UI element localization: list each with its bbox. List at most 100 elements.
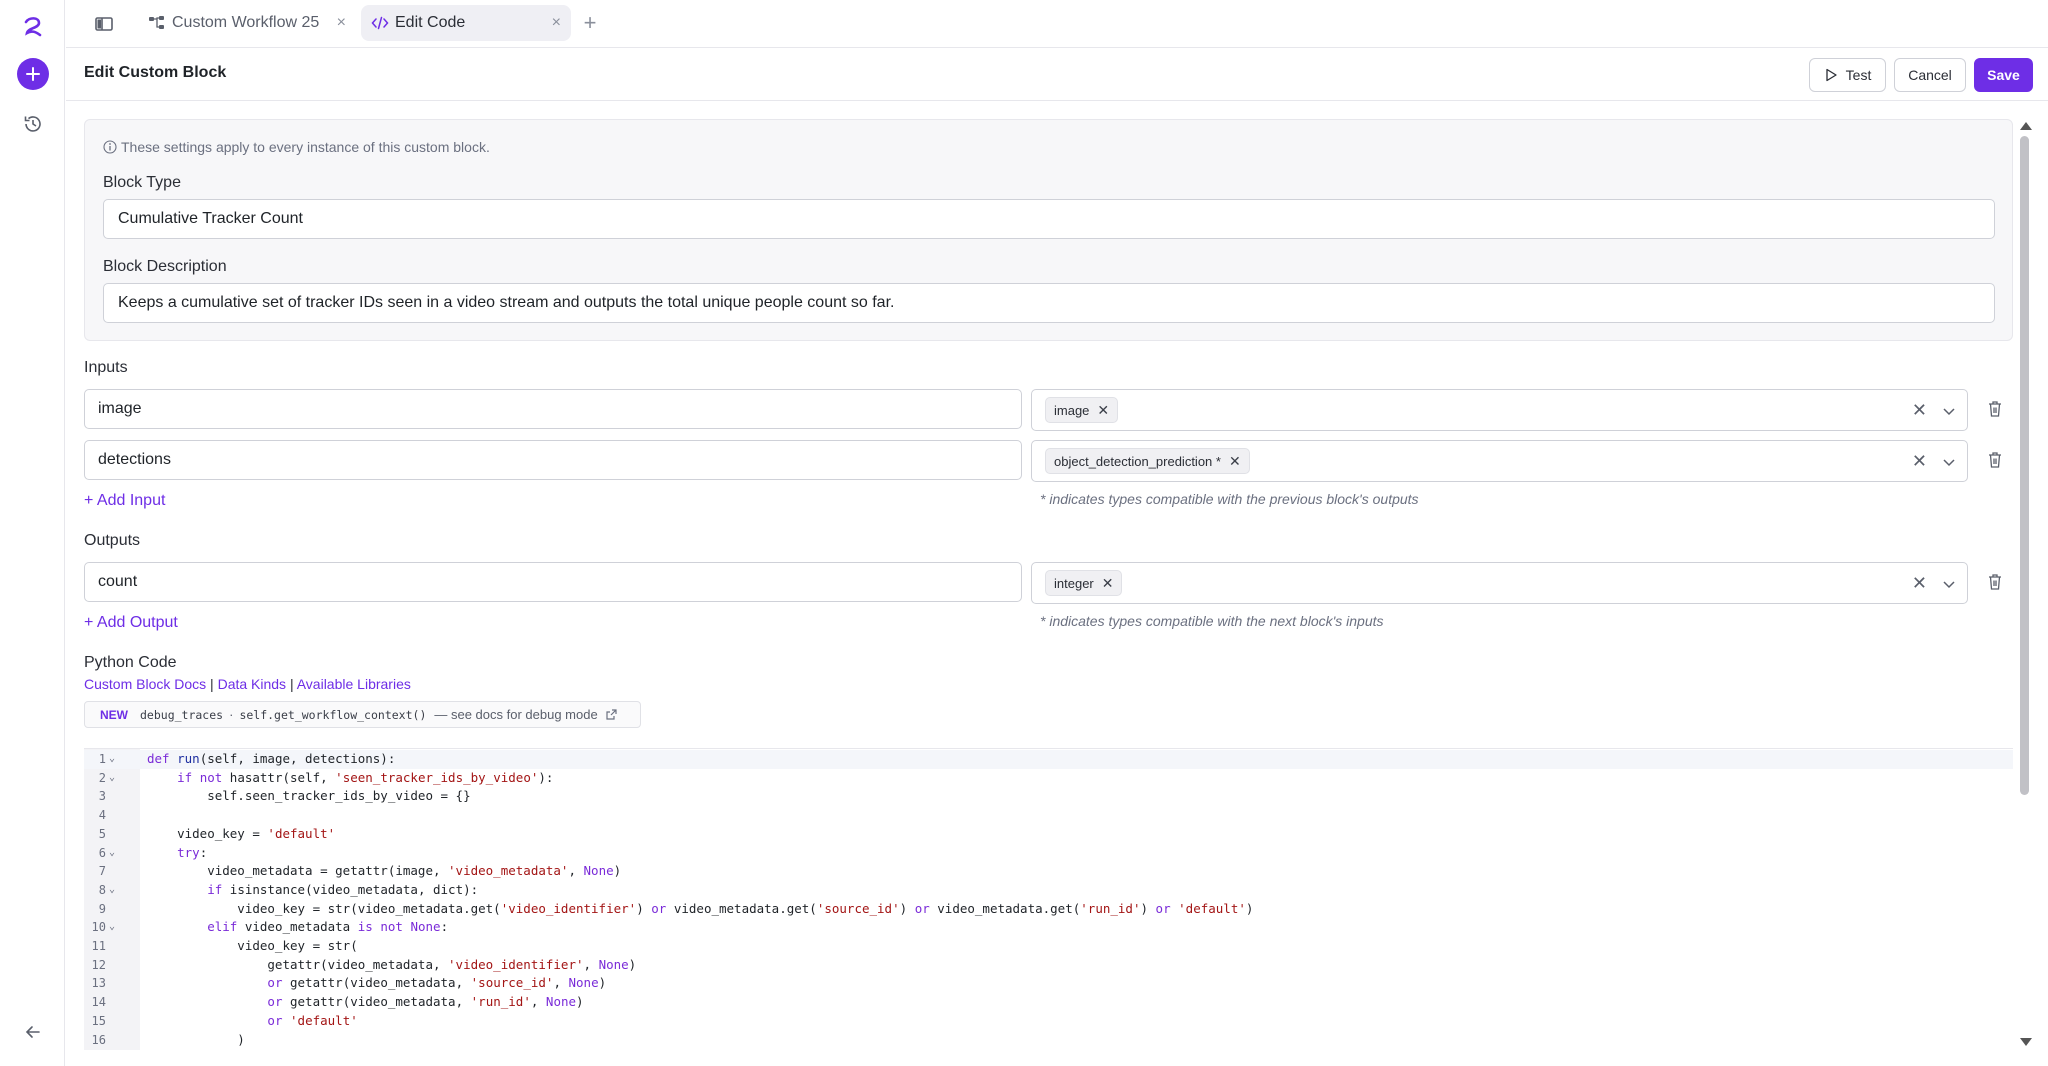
close-tab-icon[interactable]: × xyxy=(337,14,346,32)
test-button[interactable]: Test xyxy=(1809,58,1886,92)
scroll-down-arrow[interactable] xyxy=(2020,1038,2032,1046)
code-line[interactable]: 2 ⌄ if not hasattr(self, 'seen_tracker_id… xyxy=(84,769,2013,788)
output-kind-select[interactable]: integer ✕ ✕ xyxy=(1031,562,1968,604)
docs-links: Custom Block Docs | Data Kinds | Availab… xyxy=(84,676,411,692)
remove-chip-icon[interactable]: ✕ xyxy=(1229,453,1241,470)
line-number: 10 xyxy=(91,920,106,935)
code-text: or 'default' xyxy=(267,1012,358,1028)
line-number: 4 xyxy=(98,808,106,823)
banner-separator: · xyxy=(229,707,234,722)
remove-chip-icon[interactable]: ✕ xyxy=(1102,575,1114,592)
code-text: video_key = str(video_metadata.get('vide… xyxy=(147,900,1254,916)
code-line[interactable]: 6 ⌄ try: xyxy=(84,844,2013,863)
app-logo-icon[interactable] xyxy=(20,14,46,40)
fold-chevron-icon[interactable]: ⌄ xyxy=(109,750,115,769)
code-line[interactable]: 10 ⌄ elif video_metadata is not None: xyxy=(84,918,2013,937)
close-tab-icon[interactable]: × xyxy=(552,14,561,32)
tab-edit-code[interactable]: Edit Code × xyxy=(361,5,571,41)
banner-code-workflow-context: self.get_workflow_context() xyxy=(239,707,427,722)
block-description-input[interactable]: Keeps a cumulative set of tracker IDs se… xyxy=(103,283,1995,323)
line-number: 3 xyxy=(98,789,106,804)
block-settings-panel: These settings apply to every instance o… xyxy=(84,119,2013,341)
code-text: or getattr(video_metadata, 'source_id', … xyxy=(267,975,607,991)
code-line[interactable]: 13 or getattr(video_metadata, 'source_id… xyxy=(84,974,2013,993)
toggle-panel-icon[interactable] xyxy=(92,12,116,36)
fold-chevron-icon[interactable]: ⌄ xyxy=(109,881,115,900)
code-line[interactable]: 5 video_key = 'default' xyxy=(84,825,2013,844)
block-type-input[interactable]: Cumulative Tracker Count xyxy=(103,199,1995,239)
code-text: ) xyxy=(147,1031,245,1047)
add-tab-button[interactable]: + xyxy=(578,12,602,36)
code-text: video_key = str( xyxy=(147,938,358,953)
kind-chip-label: object_detection_prediction * xyxy=(1054,453,1221,469)
fold-chevron-icon[interactable]: ⌄ xyxy=(109,844,115,863)
clear-icon[interactable]: ✕ xyxy=(1912,573,1927,594)
line-number: 16 xyxy=(91,1032,106,1047)
chevron-down-icon[interactable] xyxy=(1941,454,1957,470)
line-number: 15 xyxy=(91,1013,106,1028)
clear-icon[interactable]: ✕ xyxy=(1912,451,1927,472)
remove-chip-icon[interactable]: ✕ xyxy=(1097,402,1109,419)
input-name-field[interactable]: image xyxy=(84,389,1022,429)
line-number: 7 xyxy=(98,864,106,879)
trash-icon[interactable] xyxy=(1987,451,2003,469)
available-libraries-link[interactable]: Available Libraries xyxy=(297,676,411,692)
code-line[interactable]: 14 or getattr(video_metadata, 'run_id', … xyxy=(84,993,2013,1012)
line-number: 6 xyxy=(98,845,106,860)
link-separator: | xyxy=(210,676,214,692)
code-line[interactable]: 3 self.seen_tracker_ids_by_video = {} xyxy=(84,787,2013,806)
code-editor[interactable]: 1 ⌄ def run(self, image, detections): 2 ⌄ if… xyxy=(84,748,2013,1050)
input-kind-select[interactable]: object_detection_prediction * ✕ ✕ xyxy=(1031,440,1968,482)
tab-custom-workflow[interactable]: Custom Workflow 25 × xyxy=(138,5,356,41)
chevron-down-icon[interactable] xyxy=(1941,403,1957,419)
line-number: 1 xyxy=(98,752,106,766)
code-line[interactable]: 16 ) xyxy=(84,1031,2013,1050)
chevron-down-icon[interactable] xyxy=(1941,576,1957,592)
code-text: self.seen_tracker_ids_by_video = {} xyxy=(147,788,471,804)
code-text: try: xyxy=(177,844,208,860)
output-name-field[interactable]: count xyxy=(84,562,1022,602)
add-input-link[interactable]: + Add Input xyxy=(84,492,165,510)
history-icon[interactable] xyxy=(22,113,44,135)
block-type-label: Block Type xyxy=(103,174,181,191)
new-workflow-button[interactable] xyxy=(17,58,49,90)
code-line[interactable]: 1 ⌄ def run(self, image, detections): xyxy=(84,750,2013,769)
workflow-icon xyxy=(149,16,164,29)
code-text: or getattr(video_metadata, 'run_id', Non… xyxy=(267,994,584,1010)
trash-icon[interactable] xyxy=(1987,400,2003,418)
tab-label: Custom Workflow 25 xyxy=(172,14,320,31)
code-line[interactable]: 8 ⌄ if isinstance(video_metadata, dict): xyxy=(84,881,2013,900)
code-text: elif video_metadata is not None: xyxy=(207,919,449,935)
code-line[interactable]: 4 xyxy=(84,806,2013,825)
code-line[interactable]: 15 or 'default' xyxy=(84,1012,2013,1031)
python-code-label: Python Code xyxy=(84,654,177,671)
scrollbar-thumb[interactable] xyxy=(2020,136,2029,795)
fold-chevron-icon[interactable]: ⌄ xyxy=(109,918,115,937)
line-number: 5 xyxy=(98,826,106,841)
add-output-link[interactable]: + Add Output xyxy=(84,614,178,632)
code-line[interactable]: 9 video_key = str(video_metadata.get('vi… xyxy=(84,900,2013,919)
input-kind-select[interactable]: image ✕ ✕ xyxy=(1031,389,1968,431)
code-line[interactable]: 12 getattr(video_metadata, 'video_identi… xyxy=(84,956,2013,975)
code-line[interactable]: 7 video_metadata = getattr(image, 'video… xyxy=(84,862,2013,881)
outputs-label: Outputs xyxy=(84,532,141,549)
cancel-button[interactable]: Cancel xyxy=(1894,58,1966,92)
code-text: if not hasattr(self, 'seen_tracker_ids_b… xyxy=(177,769,554,785)
settings-note-text: These settings apply to every instance o… xyxy=(121,139,490,155)
data-kinds-link[interactable]: Data Kinds xyxy=(218,676,286,692)
page-header: Edit Custom Block Test Cancel Save xyxy=(66,49,2048,101)
clear-icon[interactable]: ✕ xyxy=(1912,400,1927,421)
scroll-up-arrow[interactable] xyxy=(2020,122,2032,130)
custom-block-docs-link[interactable]: Custom Block Docs xyxy=(84,676,206,692)
save-button[interactable]: Save xyxy=(1974,58,2033,92)
code-icon xyxy=(371,16,389,30)
block-description-label: Block Description xyxy=(103,258,227,275)
input-name-field[interactable]: detections xyxy=(84,440,1022,480)
trash-icon[interactable] xyxy=(1987,573,2003,591)
fold-chevron-icon[interactable]: ⌄ xyxy=(109,769,115,788)
collapse-sidebar-icon[interactable] xyxy=(22,1021,44,1043)
debug-mode-banner[interactable]: NEW debug_traces · self.get_workflow_con… xyxy=(84,701,641,728)
code-text: video_metadata = getattr(image, 'video_m… xyxy=(147,863,622,879)
code-line[interactable]: 11 video_key = str( xyxy=(84,937,2013,956)
plus-icon xyxy=(26,67,40,81)
